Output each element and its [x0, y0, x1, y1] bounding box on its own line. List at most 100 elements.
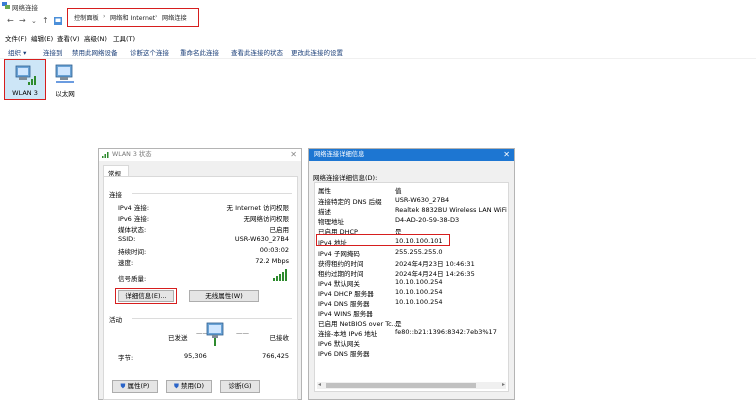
window-title: 网络连接 [12, 4, 38, 12]
detail-value: 是 [395, 320, 402, 328]
breadcrumb-network-connections[interactable]: 网络连接 [162, 13, 187, 22]
details-button[interactable]: 详细信息(E)... [118, 290, 174, 302]
duration-value: 00:03:02 [259, 246, 289, 254]
menu-view[interactable]: 查看(V) [57, 33, 80, 43]
detail-value: USR-W630_27B4 [395, 196, 450, 204]
bytes-received-value: 766,425 [262, 352, 289, 360]
ssid-label: SSID: [118, 235, 136, 243]
signal-quality-label: 信号质量: [118, 275, 147, 283]
divider [132, 318, 292, 319]
disable-device-button[interactable]: 禁用此网络设备 [72, 47, 118, 57]
diagnose-connection-button[interactable]: 诊断这个连接 [130, 47, 169, 57]
menu-tools[interactable]: 工具(T) [113, 33, 135, 43]
detail-key: 物理地址 [318, 218, 344, 226]
scrollbar-thumb[interactable] [326, 383, 476, 388]
breadcrumb-separator: › [155, 13, 158, 20]
detail-key: 获得租约的时间 [318, 260, 364, 268]
control-panel-icon [54, 17, 62, 25]
ipv4-highlight [316, 234, 450, 246]
signal-bars-icon [102, 152, 109, 158]
detail-value: 2024年4月23日 10:46:31 [395, 260, 475, 268]
ipv6-connectivity-label: IPv6 连接: [118, 215, 150, 223]
detail-value: 10.10.100.254 [395, 288, 443, 296]
breadcrumb-network-internet[interactable]: 网络和 Internet [110, 13, 155, 22]
section-activity-label: 活动 [109, 316, 122, 324]
speed-label: 速度: [118, 259, 134, 267]
ipv6-connectivity-value: 无网络访问权限 [243, 215, 290, 223]
disable-label: 禁用(D) [180, 382, 205, 390]
detail-value: 255.255.255.0 [395, 248, 443, 256]
dialog-title: WLAN 3 状态 [112, 151, 152, 158]
ipv4-connectivity-label: IPv4 连接: [118, 204, 150, 212]
horizontal-scrollbar[interactable]: ◂ ▸ [317, 381, 506, 389]
detail-value: Realtek 8832BU Wireless LAN WiFi 6 US [395, 206, 508, 214]
close-icon[interactable]: ✕ [290, 150, 297, 159]
detail-value: 10.10.100.254 [395, 278, 443, 286]
breadcrumb-separator: › [103, 13, 106, 20]
view-status-button[interactable]: 查看此连接的状态 [231, 47, 283, 57]
wlan-status-dialog: WLAN 3 状态 ✕ 常规 连接 IPv4 连接: 无 Internet 访问… [98, 148, 302, 400]
detail-value: fe80::b21:1396:8342:7eb3%17 [395, 328, 497, 336]
chevron-down-icon[interactable]: ⌄ [31, 17, 37, 25]
change-settings-button[interactable]: 更改此连接的设置 [291, 47, 343, 57]
divider [132, 193, 292, 194]
received-line: —— [236, 329, 249, 337]
diagnose-button[interactable]: 诊断(G) [220, 380, 260, 393]
connect-to-button[interactable]: 连接到 [43, 47, 63, 57]
menu-advanced[interactable]: 高级(N) [84, 33, 107, 43]
column-header-value[interactable]: 值 [395, 185, 402, 195]
forward-arrow-icon[interactable]: → [19, 17, 26, 25]
shield-icon: ⛊ [120, 382, 126, 390]
up-arrow-icon[interactable]: ↑ [42, 17, 49, 25]
ipv4-connectivity-value: 无 Internet 访问权限 [226, 204, 289, 212]
connection-item-ethernet[interactable]: 以太网 [50, 62, 80, 98]
properties-button[interactable]: ⛊ 属性(P) [112, 380, 158, 393]
scroll-right-icon[interactable]: ▸ [502, 381, 505, 388]
address-bar[interactable]: 控制面板 › 网络和 Internet › 网络连接 [67, 8, 199, 27]
speed-value: 72.2 Mbps [255, 257, 289, 265]
detail-key: 连接特定的 DNS 后缀 [318, 198, 382, 206]
rename-connection-button[interactable]: 重命名此连接 [180, 47, 219, 57]
media-state-value: 已启用 [269, 226, 290, 234]
organize-button[interactable]: 组织 ▾ [8, 47, 26, 57]
close-icon[interactable]: ✕ [503, 150, 510, 159]
detail-key: IPv4 DNS 服务器 [318, 300, 370, 308]
detail-key: 描述 [318, 208, 331, 216]
ssid-value: USR-W630_27B4 [234, 235, 289, 243]
ethernet-adapter-icon [55, 64, 74, 83]
detail-key: IPv4 WINS 服务器 [318, 310, 373, 318]
sent-label: 已发送 [168, 334, 188, 342]
command-bar: 组织 ▾ 连接到 禁用此网络设备 诊断这个连接 重命名此连接 查看此连接的状态 … [0, 44, 756, 59]
detail-key: IPv6 默认网关 [318, 340, 360, 348]
shield-icon: ⛊ [173, 382, 179, 390]
menu-file[interactable]: 文件(F) [5, 33, 27, 43]
properties-label: 属性(P) [127, 382, 150, 390]
breadcrumb-control-panel[interactable]: 控制面板 [74, 13, 99, 22]
column-header-property[interactable]: 属性 [318, 185, 331, 195]
connection-details-dialog: 网络连接详细信息 ✕ 网络连接详细信息(D): 属性 值 连接特定的 DNS 后… [308, 148, 515, 400]
detail-key: 连接-本地 IPv6 地址 [318, 330, 378, 338]
detail-key: 已启用 NetBIOS over Tc... [318, 320, 398, 328]
back-arrow-icon[interactable]: ← [7, 17, 14, 25]
network-activity-icon [206, 322, 224, 346]
dialog-title-bar: WLAN 3 状态 ✕ [99, 149, 301, 161]
received-label: 已接收 [269, 334, 290, 342]
dialog-title: 网络连接详细信息 [309, 149, 514, 161]
connection-item-wlan3[interactable]: WLAN 3 [4, 59, 46, 100]
disable-button[interactable]: ⛊ 禁用(D) [166, 380, 212, 393]
wireless-properties-button[interactable]: 无线属性(W) [189, 290, 259, 302]
detail-value: 10.10.100.254 [395, 298, 443, 306]
bytes-sent-value: 95,306 [184, 352, 207, 360]
detail-key: 租约过期的时间 [318, 270, 364, 278]
details-list[interactable]: 属性 值 连接特定的 DNS 后缀 USR-W630_27B4 描述 Realt… [314, 182, 509, 392]
details-caption: 网络连接详细信息(D): [313, 174, 378, 182]
detail-key: IPv4 DHCP 服务器 [318, 290, 374, 298]
bytes-label: 字节: [118, 354, 134, 362]
wireless-adapter-icon [15, 65, 36, 85]
menu-edit[interactable]: 编辑(E) [31, 33, 53, 43]
detail-value: D4-AD-20-59-38-D3 [395, 216, 460, 224]
detail-key: IPv4 默认网关 [318, 280, 360, 288]
scroll-left-icon[interactable]: ◂ [318, 381, 321, 388]
detail-key: IPv6 DNS 服务器 [318, 350, 370, 358]
menu-bar: 文件(F) 编辑(E) 查看(V) 高级(N) 工具(T) [0, 32, 756, 43]
